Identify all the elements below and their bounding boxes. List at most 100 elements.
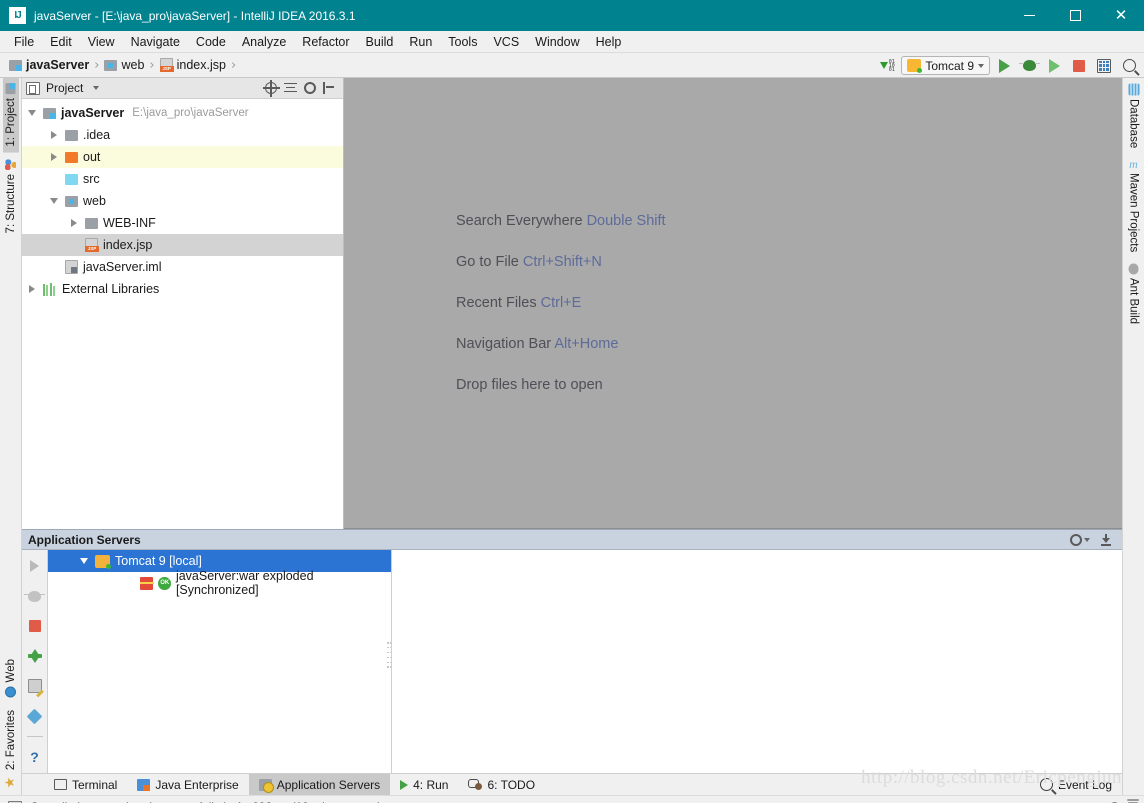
restart-server-button[interactable] xyxy=(25,646,45,666)
expander-right-icon[interactable] xyxy=(26,285,38,293)
run-configuration-selector[interactable]: Tomcat 9 xyxy=(901,56,990,75)
libraries-icon xyxy=(43,282,57,296)
tab-java-enterprise[interactable]: Java Enterprise xyxy=(127,774,248,796)
sidebar-item-structure[interactable]: 7: Structure xyxy=(3,153,19,239)
minimize-button[interactable] xyxy=(1006,0,1052,31)
menu-navigate[interactable]: Navigate xyxy=(123,33,188,51)
tab-run[interactable]: 4: Run xyxy=(390,774,458,796)
help-button[interactable]: ? xyxy=(25,747,45,767)
maximize-button[interactable] xyxy=(1052,0,1098,31)
chevron-down-icon[interactable] xyxy=(1084,537,1090,542)
run-with-coverage-button[interactable] xyxy=(1043,55,1065,77)
stop-button[interactable] xyxy=(25,616,45,636)
debug-button[interactable] xyxy=(1018,55,1040,77)
menu-view[interactable]: View xyxy=(80,33,123,51)
expander-right-icon[interactable] xyxy=(68,219,80,227)
stop-button[interactable] xyxy=(1068,55,1090,77)
editor-empty-area[interactable]: Search Everywhere Double Shift Go to Fil… xyxy=(344,78,1122,529)
menu-run[interactable]: Run xyxy=(401,33,440,51)
breadcrumb-web[interactable]: web xyxy=(102,57,146,73)
menu-build[interactable]: Build xyxy=(358,33,402,51)
breadcrumb-index-jsp[interactable]: index.jsp xyxy=(158,57,228,73)
hint-go-to-file: Go to File Ctrl+Shift+N xyxy=(456,254,1122,270)
sidebar-item-web[interactable]: Web xyxy=(3,653,19,703)
sidebar-item-project[interactable]: 1: Project xyxy=(2,78,19,153)
tab-label: Terminal xyxy=(72,777,118,792)
project-panel-title: Project xyxy=(46,81,84,95)
run-button[interactable] xyxy=(993,55,1015,77)
expander-right-icon[interactable] xyxy=(48,153,60,161)
rerun-button[interactable] xyxy=(25,556,45,576)
menu-analyze[interactable]: Analyze xyxy=(234,33,294,51)
tree-row-javaserver[interactable]: javaServer E:\java_pro\javaServer xyxy=(22,102,343,124)
expander-right-icon[interactable] xyxy=(48,131,60,139)
hint-shortcut: Double Shift xyxy=(586,213,666,229)
search-button[interactable] xyxy=(1118,55,1140,77)
menu-tools[interactable]: Tools xyxy=(440,33,485,51)
hide-window-icon[interactable] xyxy=(1100,533,1112,546)
project-panel-tools xyxy=(263,80,339,97)
breadcrumb-separator-icon: › xyxy=(230,57,237,73)
panel-splitter[interactable] xyxy=(387,642,392,668)
sidebar-item-label: Database xyxy=(1127,99,1140,149)
database-icon xyxy=(1128,83,1139,96)
app-servers-output-area[interactable] xyxy=(387,550,1122,773)
project-panel-header: Project xyxy=(22,78,343,99)
event-log-button[interactable]: Event Log xyxy=(1039,778,1122,792)
menu-window[interactable]: Window xyxy=(527,33,587,51)
tree-row-path: E:\java_pro\javaServer xyxy=(132,107,249,119)
tab-terminal[interactable]: Terminal xyxy=(44,774,127,796)
edit-configuration-icon xyxy=(27,679,42,693)
settings-gear-icon[interactable] xyxy=(1070,533,1082,546)
app-servers-tree: Tomcat 9 [local] OK javaServer:war explo… xyxy=(48,550,392,773)
menu-bar: File Edit View Navigate Code Analyze Ref… xyxy=(0,31,1144,53)
app-servers-left-toolbar: ? xyxy=(22,550,48,773)
project-tool-window: Project javaServer E:\java_pro\javaServe… xyxy=(22,78,344,529)
status-bar: Compilation completed successfully in 1s… xyxy=(0,795,1144,803)
menu-refactor[interactable]: Refactor xyxy=(294,33,357,51)
tree-row-external-libraries[interactable]: External Libraries xyxy=(22,278,343,300)
left-tool-strip: 1: Project 7: Structure Web ★ 2: Favorit… xyxy=(0,78,22,795)
scroll-from-source-icon[interactable] xyxy=(263,80,280,97)
settings-gear-icon[interactable] xyxy=(304,82,316,94)
chevron-down-icon xyxy=(978,63,984,68)
menu-help[interactable]: Help xyxy=(588,33,630,51)
tab-todo[interactable]: 6: TODO xyxy=(458,774,545,796)
tree-row-javaserver-iml[interactable]: javaServer.iml xyxy=(22,256,343,278)
tree-row-index-jsp[interactable]: index.jsp xyxy=(22,234,343,256)
sidebar-item-favorites[interactable]: ★ 2: Favorites xyxy=(3,704,19,795)
update-running-application-button[interactable]: 01 10 01 xyxy=(876,55,898,77)
menu-edit[interactable]: Edit xyxy=(42,33,80,51)
debug-button[interactable] xyxy=(24,586,45,606)
menu-file[interactable]: File xyxy=(6,33,42,51)
tab-label: Application Servers xyxy=(276,777,381,792)
settings-diamond-icon xyxy=(26,708,43,724)
breadcrumb-javaserver[interactable]: javaServer xyxy=(7,57,91,73)
expander-down-icon[interactable] xyxy=(78,558,90,564)
close-button[interactable]: ✕ xyxy=(1098,0,1144,31)
tree-row-idea[interactable]: .idea xyxy=(22,124,343,146)
expander-down-icon[interactable] xyxy=(26,110,38,116)
sidebar-item-maven-projects[interactable]: m Maven Projects xyxy=(1126,154,1142,258)
menu-vcs[interactable]: VCS xyxy=(485,33,527,51)
tree-row-web[interactable]: web xyxy=(22,190,343,212)
collapse-all-icon[interactable] xyxy=(284,82,297,94)
settings-button[interactable] xyxy=(25,706,45,726)
chevron-down-icon[interactable] xyxy=(93,86,100,90)
sidebar-item-label: Web xyxy=(4,659,17,683)
window-title: javaServer - [E:\java_pro\javaServer] - … xyxy=(34,8,356,23)
sidebar-item-ant-build[interactable]: Ant Build xyxy=(1126,258,1142,330)
tree-row-src[interactable]: src xyxy=(22,168,343,190)
edit-configuration-button[interactable] xyxy=(25,676,45,696)
hide-window-icon[interactable] xyxy=(323,82,335,94)
sidebar-item-database[interactable]: Database xyxy=(1126,78,1142,154)
tree-row-web-inf[interactable]: WEB-INF xyxy=(22,212,343,234)
open-in-browser-button[interactable] xyxy=(1093,55,1115,77)
tab-application-servers[interactable]: Application Servers xyxy=(248,773,391,796)
tree-row-out[interactable]: out xyxy=(22,146,343,168)
server-row-artifact[interactable]: OK javaServer:war exploded [Synchronized… xyxy=(48,569,391,597)
menu-code[interactable]: Code xyxy=(188,33,234,51)
expander-down-icon[interactable] xyxy=(48,198,60,204)
breadcrumb-label: index.jsp xyxy=(176,58,226,72)
hint-shortcut: Alt+Home xyxy=(554,336,619,352)
